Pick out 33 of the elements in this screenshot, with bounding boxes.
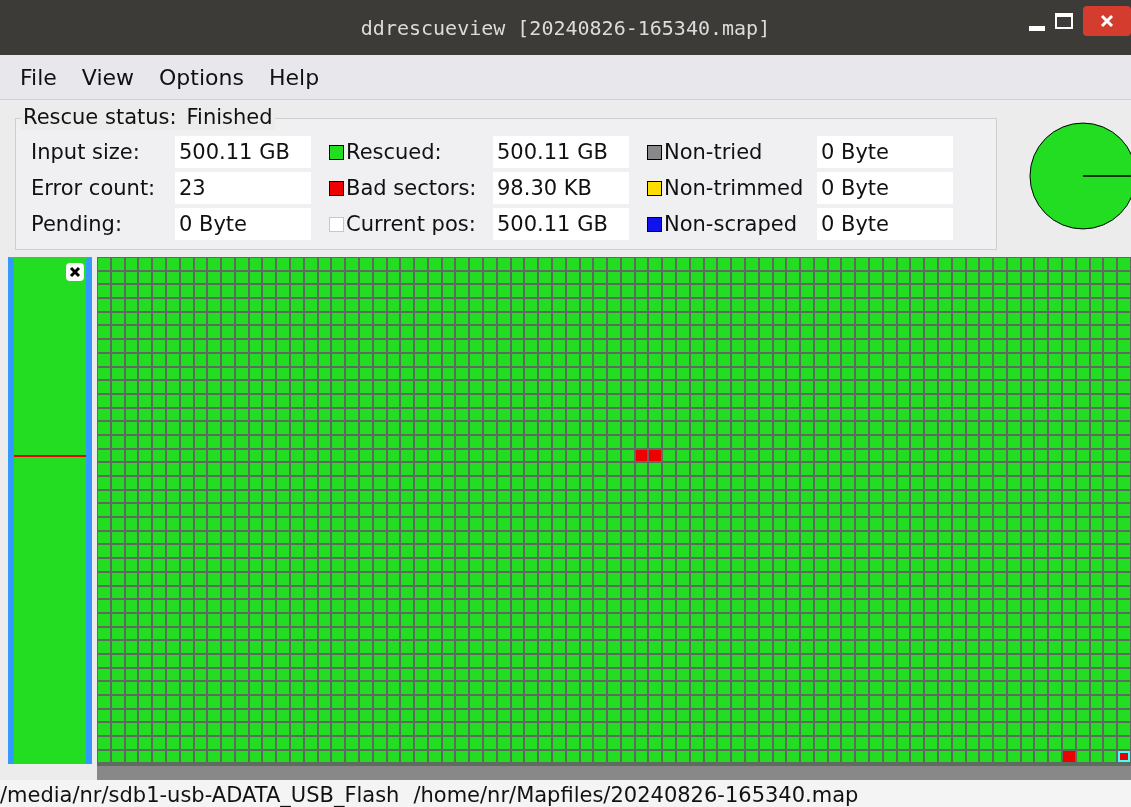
field-value: 500.11 GB — [493, 136, 629, 168]
field-value: 98.30 KB — [493, 172, 629, 204]
field-value: 500.11 GB — [493, 208, 629, 240]
field-value: 0 Byte — [817, 172, 953, 204]
field-value: 23 — [175, 172, 311, 204]
field-value: 0 Byte — [175, 208, 311, 240]
field-value: 0 Byte — [817, 208, 953, 240]
menu-item[interactable]: Help — [258, 60, 330, 94]
status-value: Finished — [186, 104, 273, 130]
field-label: Bad sectors: — [346, 175, 477, 202]
mapfile-path: /home/nr/Mapfiles/20240826-165340.map — [413, 782, 859, 807]
menu-item[interactable]: View — [71, 60, 145, 94]
device-path: /media/nr/sdb1-usb-ADATA_USB_Flash — [0, 782, 400, 807]
field-label: Current pos: — [346, 211, 476, 238]
field-label: Non-scraped — [664, 211, 797, 238]
field-label: Error count: — [31, 175, 156, 202]
menu-item[interactable]: Options — [149, 60, 254, 94]
close-icon — [1100, 14, 1114, 28]
field-label: Rescued: — [346, 139, 442, 166]
menu-item[interactable]: File — [10, 60, 67, 94]
close-icon[interactable] — [66, 263, 84, 281]
minimize-icon[interactable] — [1029, 25, 1045, 31]
status-label: Rescue status: — [23, 104, 177, 130]
close-button[interactable] — [1083, 6, 1131, 36]
window-title: ddrescueview [20240826-165340.map] — [360, 14, 771, 42]
field-label: Input size: — [31, 139, 140, 166]
field-label: Non-tried — [664, 139, 763, 166]
maximize-icon[interactable] — [1055, 13, 1073, 29]
field-label: Non-trimmed — [664, 175, 804, 202]
marker-line — [14, 455, 86, 457]
field-value: 500.11 GB — [175, 136, 311, 168]
field-label: Pending: — [31, 211, 123, 238]
field-value: 0 Byte — [817, 136, 953, 168]
